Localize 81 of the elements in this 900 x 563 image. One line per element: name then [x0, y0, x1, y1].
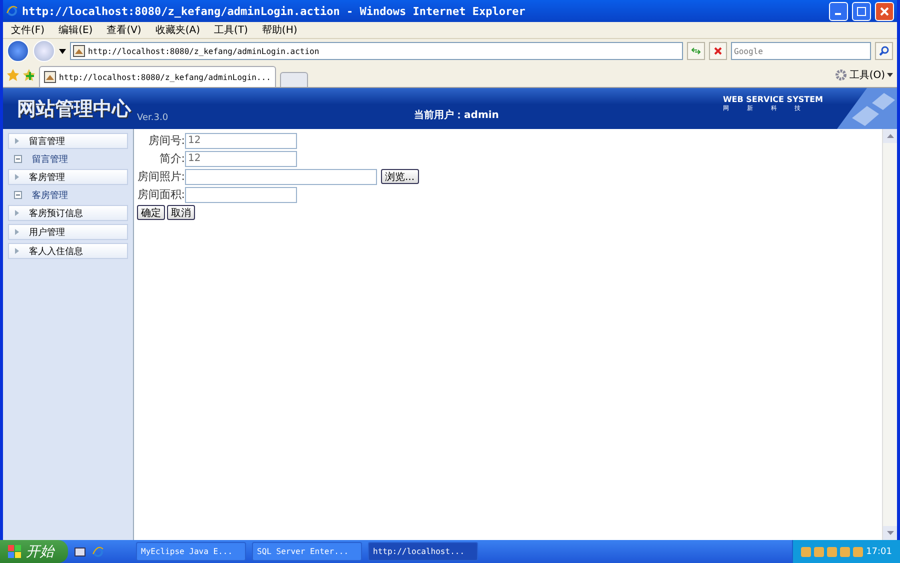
tools-menu[interactable]: 工具(O): [835, 68, 893, 82]
close-icon: [880, 6, 889, 16]
collapse-icon: [14, 191, 22, 199]
arrow-icon: [15, 248, 19, 254]
arrow-icon: [15, 210, 19, 216]
down-arrow-icon: [886, 531, 894, 535]
sidebar-item[interactable]: 客房管理: [8, 169, 128, 185]
form-button[interactable]: 确定: [137, 205, 165, 220]
browser-tab[interactable]: http://localhost:8080/z_kefang/adminLogin...: [39, 66, 276, 87]
window-title: http://localhost:8080/z_kefang/adminLogin.action - Windows Internet Explorer: [22, 4, 526, 18]
search-field[interactable]: Google: [734, 46, 868, 56]
minimize-button[interactable]: [829, 2, 848, 20]
maximize-button[interactable]: [852, 2, 871, 20]
page-icon: [44, 71, 56, 83]
current-user: 当前用户：admin: [414, 108, 499, 122]
collapse-icon: [14, 155, 22, 163]
search-button[interactable]: [875, 42, 893, 60]
caret-icon: [887, 73, 893, 77]
taskbar-button[interactable]: SQL Server Enter...: [252, 542, 362, 561]
sidebar-item[interactable]: 用户管理: [8, 224, 128, 240]
search-box[interactable]: Google: [731, 42, 871, 60]
desktop-icon[interactable]: [74, 546, 86, 558]
address-bar[interactable]: http://localhost:8080/z_kefang/adminLogin.action: [70, 42, 683, 60]
arrow-icon: [15, 174, 19, 180]
site-title: 网站管理中心: [17, 96, 131, 122]
taskbar-button[interactable]: MyEclipse Java E...: [136, 542, 246, 561]
address-field[interactable]: http://localhost:8080/z_kefang/adminLogin.action: [88, 46, 680, 56]
sidebar-item[interactable]: 客人入住信息: [8, 243, 128, 259]
field-label: 房间号:: [147, 133, 185, 148]
sidebar-item[interactable]: 留言管理: [8, 133, 128, 149]
menu-item[interactable]: 收藏夹(A): [155, 23, 200, 37]
maximize-icon: [857, 6, 866, 16]
stop-icon: [713, 46, 723, 56]
sidebar-subitem[interactable]: 客房管理: [8, 188, 128, 202]
refresh-icon: [691, 46, 701, 56]
dropdown-icon[interactable]: [59, 48, 66, 54]
clock: 17:01: [866, 546, 892, 556]
taskbar-button[interactable]: http://localhost...: [368, 542, 478, 561]
close-button[interactable]: [875, 2, 894, 20]
sidebar-subitem[interactable]: 留言管理: [8, 152, 128, 166]
up-arrow-icon: [886, 134, 894, 138]
input-field[interactable]: 12: [185, 132, 297, 148]
menu-item[interactable]: 编辑(E): [58, 23, 93, 37]
field-label: 房间照片:: [137, 169, 185, 184]
back-button[interactable]: [7, 40, 29, 62]
field-label: 房间面积:: [137, 187, 185, 202]
input-field[interactable]: 12: [185, 150, 297, 166]
sidebar-item[interactable]: 客房预订信息: [8, 205, 128, 221]
menu-item[interactable]: 工具(T): [214, 23, 248, 37]
input-field[interactable]: [185, 186, 297, 202]
star-icon[interactable]: [7, 69, 19, 81]
tray-icon[interactable]: [801, 546, 812, 556]
scroll-up-button[interactable]: [883, 129, 897, 143]
browser-icon: [6, 5, 18, 17]
menu-item[interactable]: 查看(V): [106, 23, 142, 37]
tray-icon[interactable]: [814, 546, 824, 556]
tray-icon[interactable]: [840, 546, 850, 556]
field-label: 简介:: [158, 151, 185, 166]
menu-item[interactable]: 帮助(H): [262, 23, 298, 37]
browse-button[interactable]: 浏览...: [381, 169, 419, 184]
browser-icon: [92, 546, 104, 558]
stop-button[interactable]: [709, 42, 727, 60]
file-path-field[interactable]: [185, 168, 377, 184]
arrow-icon: [15, 229, 19, 235]
page-icon: [73, 45, 85, 57]
scroll-down-button[interactable]: [883, 526, 897, 540]
new-tab-button[interactable]: [280, 72, 308, 87]
form-button[interactable]: 取消: [167, 205, 195, 220]
add-favorite-icon[interactable]: [23, 69, 35, 81]
search-icon: [879, 46, 889, 56]
scrollbar[interactable]: [882, 129, 897, 540]
start-button[interactable]: 开始: [0, 540, 68, 563]
gear-icon: [835, 69, 848, 81]
menu-item[interactable]: 文件(F): [11, 23, 45, 37]
tray-icon[interactable]: [827, 546, 838, 556]
tray-icon[interactable]: [853, 546, 864, 556]
windows-logo-icon: [8, 544, 22, 558]
refresh-button[interactable]: [687, 42, 705, 60]
version-label: Ver.3.0: [137, 113, 168, 123]
brand-title: WEB SERVICE SYSTEM: [722, 94, 823, 104]
arrow-icon: [15, 138, 19, 144]
